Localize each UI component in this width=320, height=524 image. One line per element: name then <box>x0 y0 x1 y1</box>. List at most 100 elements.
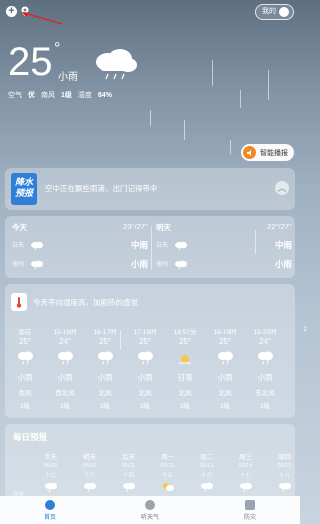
hourly-item[interactable]: 16-17时 25° 小雨 北风 2级 <box>85 326 125 410</box>
expand-chevron-icon[interactable]: ︿ <box>275 181 289 195</box>
hour-temp: 25° <box>18 337 32 346</box>
hour-time: 2 <box>303 326 307 333</box>
hour-wind-level: 2级 <box>179 403 191 410</box>
hour-time: 18-19时 <box>213 329 237 336</box>
daily-item[interactable]: 今天 05/09 十二 <box>31 451 70 492</box>
cloud-rain-icon <box>30 260 43 269</box>
hour-wind: 北风 <box>218 390 232 397</box>
daily-title: 每日预报 <box>13 432 48 442</box>
temperature-unit: ° <box>54 40 61 57</box>
hour-wind-level: 1级 <box>19 403 31 410</box>
day-lunar: 十六 <box>200 473 212 479</box>
day-name: 周一 <box>161 454 174 461</box>
precipitation-alert-card[interactable]: 降水 预报 空中正在飘些雨滴，出门记得带伞 ︿ <box>5 168 295 210</box>
hour-temp: 24° <box>258 337 272 346</box>
day-lunar: 十三 <box>83 473 95 479</box>
hourly-item[interactable]: 2 <box>285 326 320 410</box>
daily-item[interactable]: 周四 05/15 十八 <box>265 451 304 492</box>
hourly-item[interactable]: 现在 25° 小雨南风 1级 <box>5 326 45 410</box>
today-night-label: 夜间 <box>12 262 25 269</box>
hour-wind: 北风 <box>98 390 112 397</box>
current-temperature: 25 <box>8 40 53 84</box>
hour-temp: 25° <box>178 337 192 346</box>
cloud-rain-icon <box>174 260 187 269</box>
top-bar: + 我的 <box>6 4 294 25</box>
air-label: 空气 <box>8 92 22 99</box>
air-value[interactable]: 优 <box>28 90 35 100</box>
cloud-rain-icon <box>44 482 57 492</box>
hour-condition: 小雨 <box>97 373 113 382</box>
tip-text: 今天平均湿度高，加剧热的感觉 <box>33 297 138 307</box>
cloud-rain-icon <box>96 49 137 80</box>
daily-item[interactable]: 周二 05/13 十六 <box>187 451 226 492</box>
day-date: 05/15 <box>277 463 292 469</box>
day-name: 周四 <box>278 454 291 461</box>
hourly-item[interactable]: 18-19时 25° 小雨 北风 1级 <box>205 326 245 410</box>
shield-icon <box>245 499 255 510</box>
annotation-arrow-icon <box>22 12 63 25</box>
today-night-cond: 小雨 <box>130 259 148 269</box>
badge-line2: 预报 <box>14 188 33 198</box>
today-name: 今天 <box>12 223 27 232</box>
hourly-list[interactable]: 现在 25° 小雨 南风 1级 15-16时 24° 小雨 西北风 1级 16-17时 25° 小雨 北风… <box>5 326 307 410</box>
day-lunar: 十八 <box>278 473 290 479</box>
hourly-item[interactable]: 17-18时 25° 小雨 北风 2级 <box>125 326 165 410</box>
day-lunar: 十四 <box>122 473 134 479</box>
cloud-rain-icon <box>258 351 273 365</box>
nav-listen-label: 听天气 <box>140 514 159 521</box>
daily-item[interactable]: 明天 05/10 十三 <box>70 451 109 492</box>
smart-broadcast-button[interactable]: 智能播报 <box>241 144 294 161</box>
cloud-rain-icon <box>200 482 213 492</box>
bottom-nav: 首页 听天气 防灾 <box>0 496 300 524</box>
hour-time: 现在 <box>18 329 32 336</box>
hour-wind: 西北风 <box>55 390 75 397</box>
hour-condition: 小雨 <box>17 373 33 382</box>
daily-list[interactable]: 今天 05/09 十二 明天 05/10 十三 后天 05/11 十四 周一 05/12 十五 周二 05… <box>31 451 295 492</box>
cloud-rain-icon <box>30 241 43 250</box>
tomorrow-night-cond: 小雨 <box>274 259 292 269</box>
cloud-rain-icon <box>174 241 187 250</box>
cloud-rain-icon <box>122 482 135 492</box>
today-day-label: 白天 <box>12 243 25 250</box>
hour-time: 15-16时 <box>53 329 77 336</box>
day-name: 后天 <box>122 454 135 461</box>
mine-label: 我的 <box>262 8 276 15</box>
hourly-item[interactable]: 18:57分 25° 日落 北风 2级 <box>165 326 205 410</box>
hour-time: 19-20时 <box>253 329 277 336</box>
daily-item[interactable]: 后天 05/11 十四 <box>109 451 148 492</box>
daily-item[interactable]: 周一 05/12 十五 <box>148 451 187 492</box>
mine-button[interactable]: 我的 <box>255 4 294 20</box>
hour-wind: 南风 <box>18 390 32 397</box>
hour-temp: 25° <box>98 337 112 346</box>
hourly-item[interactable]: 15-16时 24° 小雨 西北风 1级 <box>45 326 85 410</box>
home-icon <box>45 499 55 510</box>
add-city-icon[interactable]: + <box>6 6 17 17</box>
nav-listen[interactable]: 听天气 <box>120 499 180 521</box>
cloud-rain-icon <box>98 351 113 365</box>
hour-wind-level: 2级 <box>139 403 151 410</box>
hour-condition: 日落 <box>177 373 193 382</box>
two-day-card: 今天 23°/27° 白天 中雨 夜间 小雨 明天 22°/27° 白天 中雨 … <box>5 216 295 278</box>
nav-home[interactable]: 首页 <box>20 499 80 521</box>
hourly-item[interactable]: 19-20时 24° 小雨 东北风 1级 <box>245 326 285 410</box>
hour-time: 17-18时 <box>133 329 157 336</box>
nav-disaster[interactable]: 防灾 <box>220 499 280 521</box>
cloud-rain-icon <box>138 351 153 365</box>
day-name: 明天 <box>83 454 96 461</box>
day-name: 周二 <box>200 454 213 461</box>
daily-forecast-card: 每日预报 今天 05/09 十二 明天 05/10 十三 后天 05/11 十四 周一 05/12 十… <box>5 424 295 502</box>
today-summary[interactable]: 今天 23°/27° 白天 中雨 夜间 小雨 <box>12 222 148 271</box>
user-avatar-icon <box>279 7 289 17</box>
hour-temp: 24° <box>58 337 72 346</box>
divider <box>151 226 152 270</box>
hour-condition: 小雨 <box>57 373 73 382</box>
tomorrow-summary[interactable]: 明天 22°/27° 白天 中雨 夜间 小雨 <box>156 222 292 271</box>
hour-time: 16-17时 <box>93 329 117 336</box>
cloud-rain-icon <box>58 351 73 365</box>
daily-item[interactable]: 周三 05/14 十七 <box>226 451 265 492</box>
nav-home-label: 首页 <box>43 514 56 521</box>
partly-sunny-icon <box>162 483 174 491</box>
day-name: 周三 <box>239 454 252 461</box>
sunset-icon <box>179 355 191 364</box>
cloud-rain-icon <box>218 351 233 365</box>
